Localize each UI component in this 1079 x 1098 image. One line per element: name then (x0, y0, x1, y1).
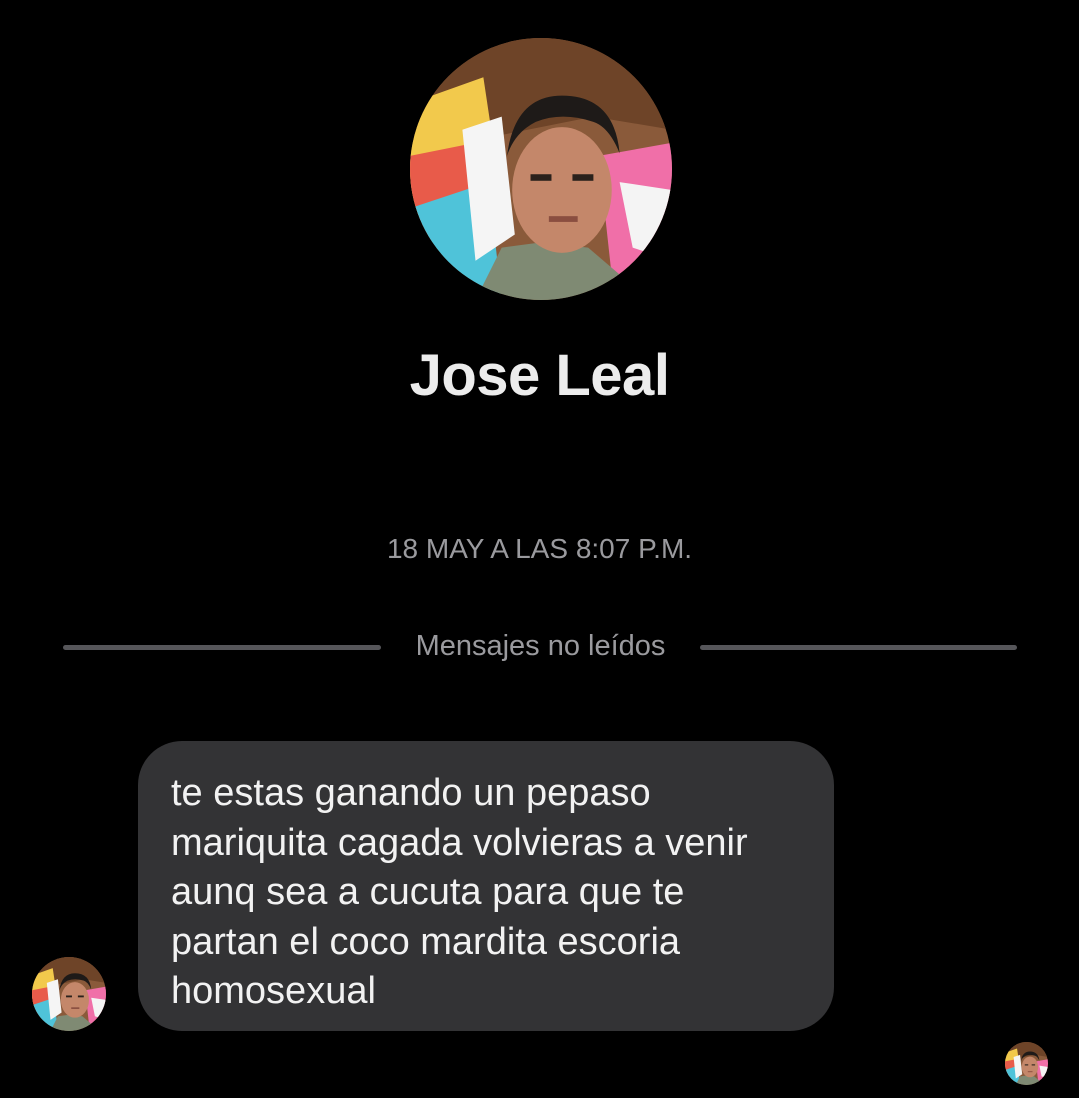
message-timestamp: 18 MAY A LAS 8:07 P.M. (386, 533, 693, 564)
divider-line-left (63, 645, 381, 650)
sender-photo-icon (32, 957, 106, 1031)
divider-line-right (700, 645, 1017, 650)
seen-indicator-avatar (1005, 1042, 1048, 1085)
sender-avatar[interactable] (32, 957, 106, 1031)
unread-divider-label: Mensajes no leídos (415, 630, 666, 662)
message-bubble[interactable]: te estas ganando un pepaso mariquita cag… (138, 741, 834, 1031)
chat-screen: Jose Leal 18 MAY A LAS 8:07 P.M. Mensaje… (0, 0, 1079, 1098)
profile-photo-icon (410, 38, 672, 300)
profile-avatar[interactable] (410, 38, 672, 300)
seen-photo-icon (1005, 1042, 1048, 1085)
profile-name[interactable]: Jose Leal (0, 342, 1079, 409)
